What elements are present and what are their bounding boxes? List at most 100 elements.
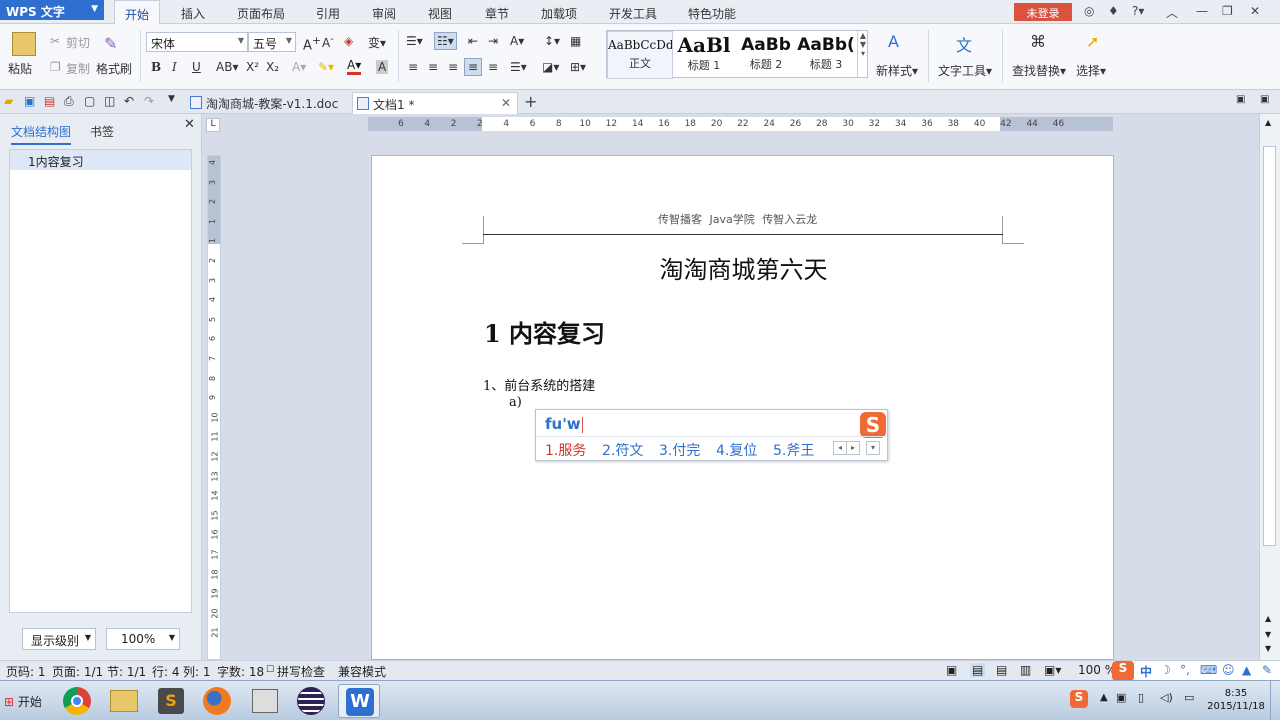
highlight-icon[interactable]: ✎▾: [318, 60, 334, 74]
sublime-app[interactable]: S: [150, 684, 192, 718]
scroll-down-icon[interactable]: ▼: [1265, 630, 1271, 639]
list-item[interactable]: 1、前台系统的搭建: [483, 375, 595, 394]
status-zoom[interactable]: 100 %: [1078, 663, 1116, 677]
tab-bookmarks[interactable]: 书签: [90, 123, 114, 140]
quick-access-dropdown-icon[interactable]: ▼: [168, 94, 175, 104]
char-shading-icon[interactable]: A: [376, 60, 389, 74]
paste-button[interactable]: 粘贴: [8, 60, 32, 77]
document-page[interactable]: 传智播客 Java学院 传智入云龙 淘淘商城第六天 1 内容复习 1、前台系统的…: [371, 155, 1114, 660]
justify-icon[interactable]: ≡: [464, 58, 483, 76]
tab-document-map[interactable]: 文档结构图: [11, 123, 72, 145]
align-right-icon[interactable]: ≡: [448, 60, 458, 74]
shirt-icon[interactable]: ▲: [1242, 663, 1251, 677]
wrench-icon[interactable]: ✎: [1262, 663, 1272, 677]
shading-icon[interactable]: ◪▾: [542, 60, 559, 74]
text-tools-button[interactable]: 文字工具▾: [938, 62, 992, 79]
spell-check-toggle[interactable]: 拼写检查: [277, 663, 325, 680]
eclipse-app[interactable]: [290, 684, 332, 718]
ime-candidate[interactable]: 4.复位: [716, 440, 757, 460]
table-icon[interactable]: ▦: [570, 34, 581, 48]
punctuation-icon[interactable]: °,: [1180, 663, 1190, 677]
subscript-icon[interactable]: X₂: [266, 60, 279, 74]
select-button[interactable]: 选择▾: [1076, 62, 1106, 79]
ime-candidate[interactable]: 3.付完: [659, 440, 700, 460]
tray-expand-icon[interactable]: ▲: [1100, 692, 1108, 703]
tree-item[interactable]: 1内容复习: [10, 150, 191, 170]
tab-close-all-icon[interactable]: ▣: [1260, 94, 1269, 105]
web-view-icon[interactable]: ▥: [1020, 663, 1031, 677]
format-painter-button[interactable]: 格式刷: [96, 60, 132, 77]
wps-app-menu-button[interactable]: WPS 文字 ▼: [0, 0, 104, 20]
close-icon[interactable]: ✕: [1250, 4, 1260, 18]
close-icon[interactable]: ✕: [501, 96, 511, 110]
status-section[interactable]: 节: 1/1: [107, 663, 146, 680]
chinese-mode-icon[interactable]: 中: [1140, 663, 1152, 680]
border-icon[interactable]: ⊞▾: [570, 60, 586, 74]
status-pages[interactable]: 页面: 1/1: [52, 663, 103, 680]
login-button[interactable]: 未登录: [1014, 3, 1072, 21]
font-name-select[interactable]: 宋体 ▼: [146, 32, 248, 52]
numbered-list-icon[interactable]: ☷▾: [434, 32, 457, 50]
page-header[interactable]: 传智播客 Java学院 传智入云龙: [658, 211, 817, 227]
firefox-app[interactable]: [196, 684, 238, 718]
tab-references[interactable]: 引用: [316, 5, 340, 22]
doc-tab-2[interactable]: 文档1 * ✕: [352, 92, 518, 114]
heading-1[interactable]: 1 内容复习: [484, 314, 605, 349]
text-effect-icon[interactable]: A▾: [292, 60, 306, 74]
style-normal[interactable]: AaBbCcDd 正文: [607, 31, 673, 79]
full-screen-icon[interactable]: ▣: [946, 663, 957, 677]
status-row[interactable]: 行: 4: [152, 663, 180, 680]
tab-page-layout[interactable]: 页面布局: [237, 5, 285, 22]
sort-icon[interactable]: ↕▾: [544, 34, 560, 48]
ime-candidate[interactable]: 5.斧王: [773, 440, 814, 460]
align-center-icon[interactable]: ≡: [428, 60, 438, 74]
superscript-icon[interactable]: X²: [246, 60, 259, 74]
style-heading-3[interactable]: AaBb( 标题 3: [797, 31, 855, 79]
horizontal-ruler[interactable]: 6 4 2 2 4 6 8 10 12 14 16 18 20 22 24 26 28 30 32 34 36 38 40 4…: [368, 117, 1113, 131]
font-color-icon[interactable]: A▾: [347, 58, 362, 75]
status-column[interactable]: 列: 1: [183, 663, 211, 680]
wps-writer-app[interactable]: W: [338, 684, 380, 718]
network-icon[interactable]: ▭: [1184, 691, 1194, 704]
style-heading-2[interactable]: AaBb 标题 2: [735, 31, 797, 79]
pinyin-icon[interactable]: 变▾: [368, 34, 386, 51]
outline-view-icon[interactable]: ▤: [996, 663, 1007, 677]
collapse-ribbon-icon[interactable]: ︿: [1166, 4, 1178, 21]
tray-app-icon[interactable]: ▣: [1116, 691, 1126, 704]
panel-zoom-select[interactable]: 100% ▼: [106, 628, 180, 650]
char-spacing-icon[interactable]: A▾: [510, 34, 524, 48]
styles-scroll[interactable]: ▲ ▼ ▾: [857, 31, 868, 77]
explorer-app[interactable]: [102, 684, 144, 718]
italic-button[interactable]: I: [172, 60, 177, 74]
print-preview-icon[interactable]: ▢: [84, 94, 95, 108]
scroll-up-icon[interactable]: ▲: [1265, 614, 1271, 623]
page-down-icon[interactable]: ▼: [1265, 644, 1271, 653]
style-heading-1[interactable]: AaBl 标题 1: [673, 31, 735, 79]
ime-candidate[interactable]: 2.符文: [602, 440, 643, 460]
print-icon[interactable]: ⎙: [64, 94, 74, 109]
tab-stop-icon[interactable]: L: [206, 118, 220, 132]
scroll-up-icon[interactable]: ▲: [1265, 118, 1271, 127]
paste-icon[interactable]: [12, 32, 36, 56]
tool-app[interactable]: [244, 684, 286, 718]
open-icon[interactable]: ▰: [4, 94, 13, 108]
vertical-scrollbar[interactable]: ▲ ▲ ▼ ▼: [1259, 114, 1280, 660]
new-style-button[interactable]: 新样式▾: [876, 62, 918, 79]
tab-developer[interactable]: 开发工具: [609, 5, 657, 22]
checkbox-icon[interactable]: ☐: [266, 665, 274, 675]
doc-tab-1[interactable]: 淘淘商城-教案-v1.1.doc ✕: [186, 92, 368, 114]
decrease-indent-icon[interactable]: ⇤: [468, 34, 478, 48]
tab-features[interactable]: 特色功能: [688, 5, 736, 22]
volume-icon[interactable]: ◁): [1160, 691, 1173, 704]
document-title[interactable]: 淘淘商城第六天: [372, 250, 1115, 285]
cut-button[interactable]: 剪切: [66, 34, 90, 51]
user-icon[interactable]: ☺: [1222, 663, 1235, 677]
redo-icon[interactable]: ↷: [144, 94, 154, 108]
bullet-list-icon[interactable]: ☰▾: [406, 34, 423, 48]
restore-icon[interactable]: ❐: [1222, 4, 1233, 18]
status-word-count[interactable]: 字数: 18: [217, 663, 264, 680]
chevron-down-icon[interactable]: ▾: [866, 441, 880, 455]
spellcheck-icon[interactable]: ◫: [104, 94, 115, 108]
keyboard-icon[interactable]: ⌨: [1200, 663, 1217, 677]
grow-font-icon[interactable]: A+: [303, 34, 321, 53]
